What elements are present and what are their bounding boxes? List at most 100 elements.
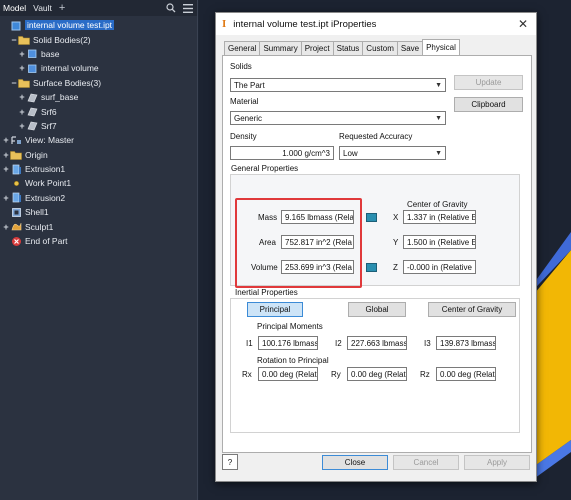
- tab-save[interactable]: Save: [396, 41, 424, 55]
- density-label: Density: [230, 132, 257, 141]
- expand-icon[interactable]: +: [2, 150, 10, 160]
- solids-dropdown[interactable]: The Part ▼: [230, 78, 446, 92]
- close-icon[interactable]: ✕: [510, 17, 536, 31]
- surface-body-icon: [26, 120, 38, 131]
- material-dropdown[interactable]: Generic ▼: [230, 111, 446, 125]
- rotation-to-principal-label: Rotation to Principal: [257, 356, 329, 365]
- tree-item[interactable]: + surf_base: [0, 90, 197, 104]
- extrusion-icon: [10, 164, 22, 175]
- tree-item-label: base: [41, 48, 60, 59]
- rx-label: Rx: [242, 370, 252, 379]
- tab-physical[interactable]: Physical: [422, 39, 460, 55]
- close-button[interactable]: Close: [322, 455, 388, 470]
- solid-body-icon: [26, 48, 38, 59]
- tree-item-label: Srf7: [41, 120, 57, 131]
- tab-project[interactable]: Project: [300, 41, 334, 55]
- surface-body-icon: [26, 106, 38, 117]
- update-button[interactable]: Update: [454, 75, 523, 90]
- center-of-gravity-title: Center of Gravity: [407, 200, 468, 209]
- inertial-properties-group: Principal Global Center of Gravity Princ…: [230, 298, 520, 433]
- i2-field[interactable]: 227.663 lbmass: [347, 336, 407, 350]
- expand-icon[interactable]: +: [18, 49, 26, 59]
- i1-field[interactable]: 100.176 lbmass: [258, 336, 318, 350]
- tree-item[interactable]: + Sculpt1: [0, 219, 197, 233]
- rx-field[interactable]: 0.00 deg (Relat: [258, 367, 318, 381]
- end-of-part-icon: [10, 236, 22, 247]
- tab-custom[interactable]: Custom: [362, 41, 398, 55]
- clipboard-button[interactable]: Clipboard: [454, 97, 523, 112]
- tree-item-label: Surface Bodies(3): [33, 77, 102, 88]
- tree-item[interactable]: − Solid Bodies(2): [0, 32, 197, 46]
- menu-icon[interactable]: [182, 2, 194, 14]
- rz-field[interactable]: 0.00 deg (Relat: [436, 367, 496, 381]
- principal-moments-label: Principal Moments: [257, 322, 323, 331]
- ry-label: Ry: [331, 370, 341, 379]
- copy-volume-icon[interactable]: [366, 263, 377, 272]
- tree-item-label: Srf6: [41, 106, 57, 117]
- view-icon: [10, 135, 22, 146]
- tab-model[interactable]: Model: [3, 3, 26, 13]
- expand-icon[interactable]: +: [2, 135, 10, 145]
- tree-item-label: End of Part: [25, 236, 68, 247]
- tree-item[interactable]: + base: [0, 47, 197, 61]
- tree-item[interactable]: + View: Master: [0, 133, 197, 147]
- x-label: X: [393, 213, 399, 222]
- expand-icon[interactable]: +: [18, 92, 26, 102]
- cog-y-field[interactable]: 1.500 in (Relative E: [403, 235, 476, 249]
- expand-icon[interactable]: +: [18, 107, 26, 117]
- collapse-icon[interactable]: −: [10, 35, 18, 45]
- model-tree: internal volume test.ipt − Solid Bodies(2)…: [0, 16, 197, 248]
- tree-item-label: Extrusion2: [25, 192, 66, 203]
- density-field[interactable]: 1.000 g/cm^3: [230, 146, 334, 160]
- folder-icon: [10, 149, 22, 160]
- expand-icon[interactable]: +: [18, 121, 26, 131]
- tree-item[interactable]: + Srf7: [0, 119, 197, 133]
- tree-item[interactable]: + Srf6: [0, 104, 197, 118]
- i3-label: I3: [424, 339, 431, 348]
- tree-item[interactable]: Work Point1: [0, 176, 197, 190]
- cog-z-field[interactable]: -0.000 in (Relative: [403, 260, 476, 274]
- ry-field[interactable]: 0.00 deg (Relat: [347, 367, 407, 381]
- apply-button[interactable]: Apply: [464, 455, 530, 470]
- copy-mass-icon[interactable]: [366, 213, 377, 222]
- tab-status[interactable]: Status: [332, 41, 364, 55]
- tree-item[interactable]: Shell1: [0, 205, 197, 219]
- help-icon[interactable]: ?: [222, 454, 238, 470]
- extrusion-icon: [10, 192, 22, 203]
- expand-icon[interactable]: +: [2, 164, 10, 174]
- tree-item-label: Solid Bodies(2): [33, 34, 91, 45]
- expand-icon[interactable]: +: [2, 222, 10, 232]
- cancel-button[interactable]: Cancel: [393, 455, 459, 470]
- tree-item[interactable]: + internal volume: [0, 61, 197, 75]
- tab-general[interactable]: General: [224, 41, 261, 55]
- i2-label: I2: [335, 339, 342, 348]
- material-label: Material: [230, 97, 259, 106]
- chevron-down-icon: ▼: [435, 114, 442, 122]
- search-icon[interactable]: [165, 2, 177, 14]
- tree-item[interactable]: + Extrusion1: [0, 162, 197, 176]
- expand-icon[interactable]: +: [18, 63, 26, 73]
- i1-label: I1: [246, 339, 253, 348]
- tree-item[interactable]: End of Part: [0, 234, 197, 248]
- collapse-icon[interactable]: −: [10, 78, 18, 88]
- solids-label: Solids: [230, 62, 252, 71]
- tab-summary[interactable]: Summary: [259, 41, 302, 55]
- principal-button[interactable]: Principal: [247, 302, 303, 317]
- global-button[interactable]: Global: [348, 302, 406, 317]
- part-icon: [10, 20, 22, 31]
- add-tab-button[interactable]: +: [59, 2, 65, 14]
- expand-icon[interactable]: +: [2, 193, 10, 203]
- tree-item-label: Extrusion1: [25, 164, 66, 175]
- tree-item[interactable]: + Origin: [0, 148, 197, 162]
- tab-vault[interactable]: Vault: [33, 3, 52, 13]
- cog-x-field[interactable]: 1.337 in (Relative E: [403, 210, 476, 224]
- accuracy-dropdown[interactable]: Low ▼: [339, 146, 446, 160]
- center-of-gravity-button[interactable]: Center of Gravity: [428, 302, 516, 317]
- iproperties-dialog: I internal volume test.ipt iProperties ✕…: [215, 12, 537, 482]
- folder-icon: [18, 34, 30, 45]
- i3-field[interactable]: 139.873 lbmass: [436, 336, 496, 350]
- tree-item[interactable]: − Surface Bodies(3): [0, 76, 197, 90]
- chevron-down-icon: ▼: [435, 149, 442, 157]
- tree-item[interactable]: + Extrusion2: [0, 191, 197, 205]
- tree-item[interactable]: internal volume test.ipt: [0, 18, 197, 32]
